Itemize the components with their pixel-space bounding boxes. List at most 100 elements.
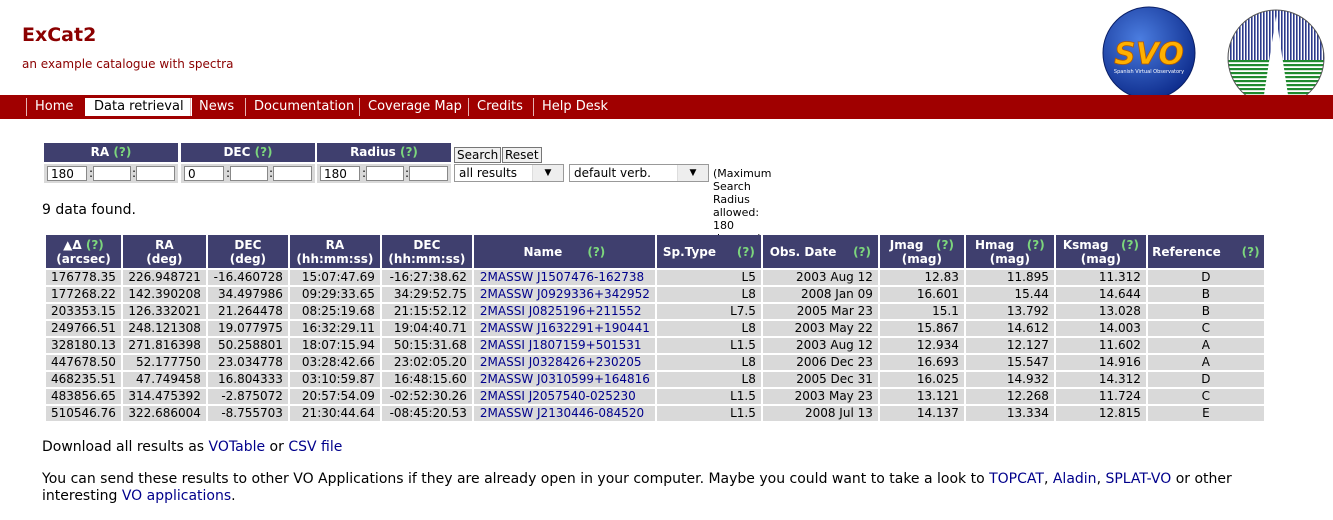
site-subtitle: an example catalogue with spectra: [22, 57, 234, 71]
ra-seconds-input[interactable]: [136, 166, 175, 181]
col-distance[interactable]: ▲Δ (?) (arcsec): [46, 235, 121, 268]
ra-hours-input[interactable]: [47, 166, 87, 181]
send-to-vo-text: You can send these results to other VO A…: [42, 471, 1232, 504]
svo-logo[interactable]: SVO Spanish Virtual Observatory: [1102, 6, 1196, 100]
table-cell: 21:30:44.64: [289, 406, 380, 421]
ksmag-help-link[interactable]: (?): [1121, 238, 1139, 252]
table-cell: 50:15:31.68: [381, 338, 472, 353]
page-header: ExCat2 an example catalogue with spectra…: [0, 0, 1333, 107]
table-cell: L1.5: [656, 406, 761, 421]
partner-logo[interactable]: [1224, 8, 1333, 108]
object-name-link[interactable]: 2MASSI J1807159+501531: [480, 338, 642, 352]
vo-applications-link[interactable]: VO applications: [122, 488, 231, 504]
col-dec-hms[interactable]: DEC (hh:mm:ss): [381, 235, 472, 268]
table-cell: -2.875072: [207, 389, 288, 404]
table-cell: L1.5: [656, 389, 761, 404]
table-cell: 50.258801: [207, 338, 288, 353]
verbosity-select[interactable]: default verb. ▼: [569, 164, 709, 182]
col-reference[interactable]: Reference (?): [1147, 235, 1264, 268]
table-cell: E: [1147, 406, 1264, 421]
reference-help-link[interactable]: (?): [1242, 245, 1260, 259]
table-cell: 2005 Dec 31: [762, 372, 878, 387]
nav-help-desk[interactable]: Help Desk: [533, 98, 616, 116]
radius-seconds-input[interactable]: [409, 166, 448, 181]
votable-link[interactable]: VOTable: [209, 439, 266, 455]
nav-coverage-map[interactable]: Coverage Map: [359, 98, 470, 116]
col-hmag[interactable]: Hmag (?) (mag): [965, 235, 1054, 268]
nav-home[interactable]: Home: [26, 98, 81, 116]
table-cell-name: 2MASSW J2130446-084520: [473, 406, 655, 421]
table-cell-name: 2MASSI J0328426+230205: [473, 355, 655, 370]
object-name-link[interactable]: 2MASSW J1632291+190441: [480, 321, 650, 335]
col-sptype[interactable]: Sp.Type (?): [656, 235, 761, 268]
ra-minutes-input[interactable]: [93, 166, 131, 181]
nav-documentation[interactable]: Documentation: [245, 98, 362, 116]
dec-degrees-input[interactable]: [184, 166, 224, 181]
table-cell: 11.602: [1055, 338, 1146, 353]
reset-button[interactable]: Reset: [502, 147, 542, 163]
table-cell-name: 2MASSI J0825196+211552: [473, 304, 655, 319]
table-cell: 126.332021: [122, 304, 206, 319]
table-row: 447678.50 52.177750 23.034778 03:28:42.66 23…: [46, 355, 1264, 370]
table-cell: 468235.51: [46, 372, 121, 387]
distance-help-link[interactable]: (?): [86, 238, 104, 252]
radius-help-link[interactable]: (?): [400, 145, 418, 159]
object-name-link[interactable]: 2MASSW J1507476-162738: [480, 270, 644, 284]
table-cell: 23:02:05.20: [381, 355, 472, 370]
nav-data-retrieval[interactable]: Data retrieval: [85, 98, 192, 116]
search-button[interactable]: Search: [454, 147, 502, 163]
table-cell: 16:48:15.60: [381, 372, 472, 387]
csv-link[interactable]: CSV file: [288, 439, 342, 455]
aladin-link[interactable]: Aladin: [1053, 471, 1097, 487]
col-ksmag[interactable]: Ksmag (?) (mag): [1055, 235, 1146, 268]
col-jmag[interactable]: Jmag (?) (mag): [879, 235, 964, 268]
results-body: 176778.35 226.948721 -16.460728 15:07:47.69…: [46, 270, 1264, 421]
object-name-link[interactable]: 2MASSW J2130446-084520: [480, 406, 644, 420]
hmag-help-link[interactable]: (?): [1027, 238, 1045, 252]
topcat-link[interactable]: TOPCAT: [989, 471, 1044, 487]
table-cell: C: [1147, 389, 1264, 404]
ra-inputs: : :: [44, 164, 178, 183]
table-cell: A: [1147, 355, 1264, 370]
table-cell: 16.025: [879, 372, 964, 387]
table-cell: 14.137: [879, 406, 964, 421]
name-help-link[interactable]: (?): [587, 245, 605, 259]
table-cell: 16.804333: [207, 372, 288, 387]
table-row: 203353.15 126.332021 21.264478 08:25:19.68 2…: [46, 304, 1264, 319]
object-name-link[interactable]: 2MASSI J0328426+230205: [480, 355, 642, 369]
col-dec-deg[interactable]: DEC (deg): [207, 235, 288, 268]
radius-input[interactable]: [320, 166, 360, 181]
col-name[interactable]: Name (?): [473, 235, 655, 268]
object-name-link[interactable]: 2MASSW J0929336+342952: [480, 287, 650, 301]
table-cell: 176778.35: [46, 270, 121, 285]
results-select[interactable]: all results ▼: [454, 164, 564, 182]
table-cell: -16:27:38.62: [381, 270, 472, 285]
table-cell: 19.077975: [207, 321, 288, 336]
object-name-link[interactable]: 2MASSI J2057540-025230: [480, 389, 636, 403]
table-cell: 13.121: [879, 389, 964, 404]
table-row: 176778.35 226.948721 -16.460728 15:07:47.69…: [46, 270, 1264, 285]
nav-news[interactable]: News: [190, 98, 242, 116]
table-cell-name: 2MASSI J2057540-025230: [473, 389, 655, 404]
dec-help-link[interactable]: (?): [255, 145, 273, 159]
col-obs-date[interactable]: Obs. Date (?): [762, 235, 878, 268]
dec-seconds-input[interactable]: [273, 166, 312, 181]
sptype-help-link[interactable]: (?): [737, 245, 755, 259]
table-cell: L8: [656, 321, 761, 336]
col-ra-hms[interactable]: RA (hh:mm:ss): [289, 235, 380, 268]
table-cell: 15.547: [965, 355, 1054, 370]
radius-inputs: : :: [317, 164, 451, 183]
table-cell: 177268.22: [46, 287, 121, 302]
ra-help-link[interactable]: (?): [113, 145, 131, 159]
dec-minutes-input[interactable]: [230, 166, 268, 181]
table-cell: -16.460728: [207, 270, 288, 285]
nav-credits[interactable]: Credits: [468, 98, 531, 116]
splat-link[interactable]: SPLAT-VO: [1105, 471, 1171, 487]
object-name-link[interactable]: 2MASSW J0310599+164816: [480, 372, 650, 386]
table-cell: 14.312: [1055, 372, 1146, 387]
object-name-link[interactable]: 2MASSI J0825196+211552: [480, 304, 642, 318]
col-ra-deg[interactable]: RA (deg): [122, 235, 206, 268]
jmag-help-link[interactable]: (?): [936, 238, 954, 252]
radius-minutes-input[interactable]: [366, 166, 404, 181]
obsdate-help-link[interactable]: (?): [853, 245, 871, 259]
